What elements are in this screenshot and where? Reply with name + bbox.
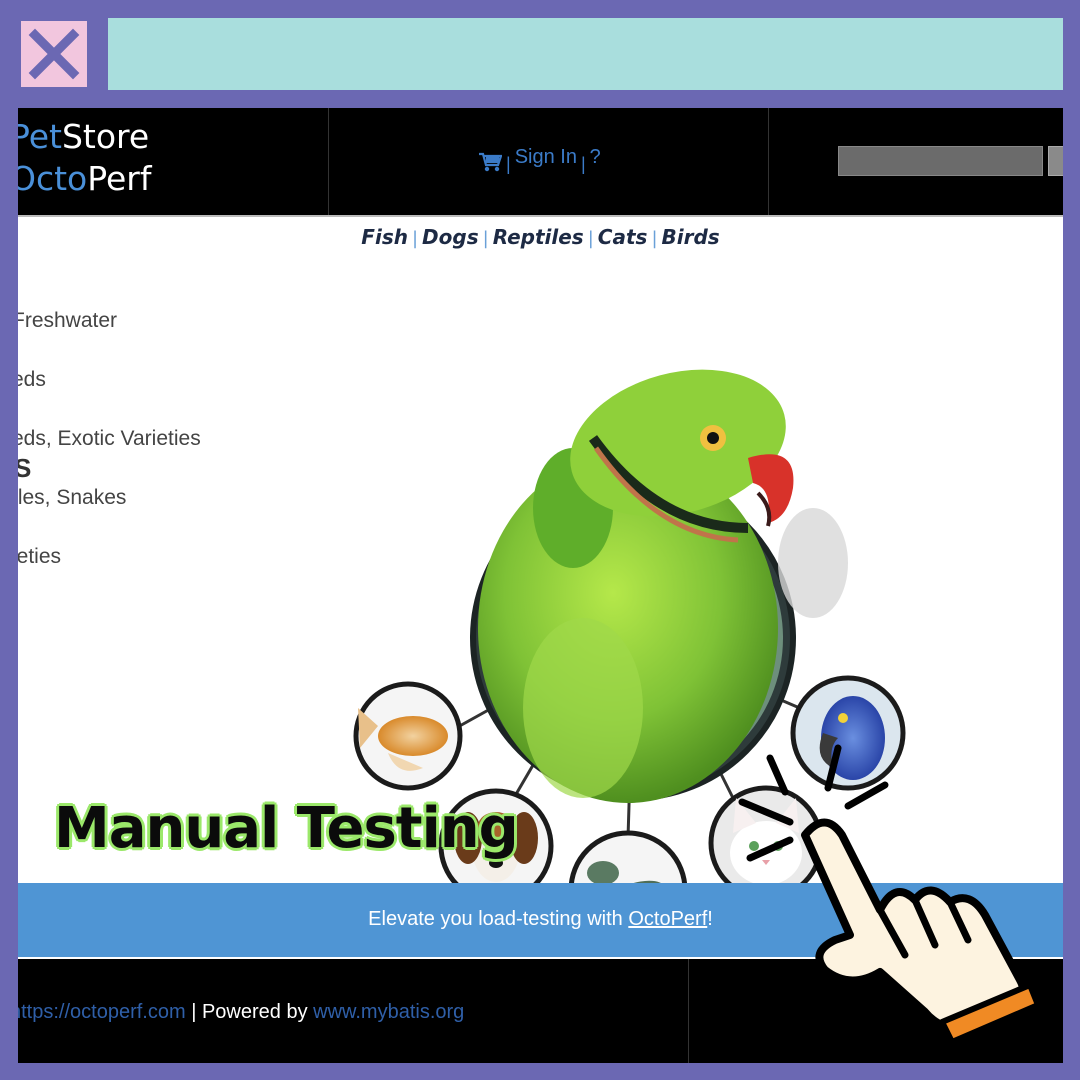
sidebar-item-fish[interactable]: Freshwater: [18, 306, 201, 365]
header-divider: [328, 108, 329, 215]
manual-testing-title: Manual Testing: [54, 796, 519, 861]
help-link[interactable]: ?: [590, 146, 601, 169]
header-links: | Sign In | ?: [478, 146, 601, 174]
site-header: PetStore OctoPerf | Sign In | ?: [18, 108, 1063, 215]
site-logo[interactable]: PetStore OctoPerf: [18, 116, 151, 200]
address-bar[interactable]: [108, 18, 1063, 90]
sidebar: Freshwater eds eds, Exotic Varieties tle…: [18, 306, 201, 601]
nav-cats[interactable]: Cats: [598, 225, 648, 249]
sidebar-item-cats[interactable]: eds, Exotic Varieties: [18, 424, 201, 483]
footer-octoperf-link[interactable]: https://octoperf.com: [18, 1001, 186, 1023]
header-separator: |: [506, 154, 511, 174]
nav-separator: |: [411, 228, 419, 249]
promo-text: Elevate you load-testing with: [368, 908, 629, 930]
footer-divider: [688, 959, 689, 1063]
promo-link[interactable]: OctoPerf: [628, 908, 707, 930]
nav-separator: |: [651, 228, 658, 249]
nav-separator: |: [587, 228, 594, 249]
sidebar-item-dogs[interactable]: eds: [18, 365, 201, 424]
sidebar-item-reptiles[interactable]: tles, Snakes: [18, 483, 201, 542]
close-button[interactable]: [18, 18, 90, 90]
close-icon: [28, 28, 80, 80]
nav-separator: |: [482, 228, 489, 249]
search-button[interactable]: [1048, 146, 1063, 176]
logo-perf: Perf: [87, 159, 152, 198]
footer-text: https://octoperf.com | Powered by www.my…: [18, 1001, 464, 1024]
promo-suffix: !: [707, 908, 713, 930]
logo-octo: Octo: [18, 159, 88, 198]
cart-icon[interactable]: [478, 151, 502, 173]
sidebar-item-birds[interactable]: ieties: [18, 542, 201, 601]
search-input[interactable]: [838, 146, 1043, 176]
nav-dogs[interactable]: Dogs: [422, 225, 479, 249]
pointing-hand-icon: [738, 744, 1041, 1045]
footer-mybatis-link[interactable]: www.mybatis.org: [313, 1001, 464, 1023]
sign-in-link[interactable]: Sign In: [515, 146, 577, 169]
category-nav: Fish | Dogs | Reptiles | Cats | Birds: [18, 215, 1063, 255]
header-divider: [768, 108, 769, 215]
footer-powered-by: | Powered by: [185, 1001, 314, 1023]
nav-birds[interactable]: Birds: [662, 225, 720, 249]
nav-reptiles[interactable]: Reptiles: [493, 225, 584, 249]
logo-store: Store: [61, 117, 150, 156]
sidebar-heading-fragment: S: [18, 453, 32, 483]
header-separator: |: [580, 154, 586, 174]
logo-pet: Pet: [18, 117, 62, 156]
nav-fish[interactable]: Fish: [361, 225, 408, 249]
